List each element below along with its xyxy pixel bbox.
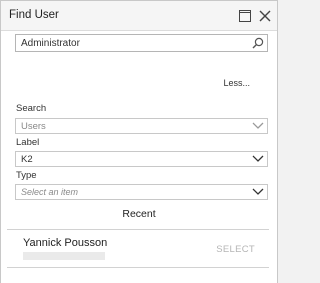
recent-user-name: Yannick Pousson: [23, 237, 108, 249]
search-filter-select[interactable]: Users: [15, 118, 268, 134]
maximize-icon[interactable]: [239, 10, 251, 22]
type-filter-placeholder: Select an item: [21, 187, 79, 197]
recent-user-item[interactable]: Yannick Pousson SELECT: [7, 230, 269, 266]
dialog-titlebar: Find User: [1, 1, 277, 31]
divider: [7, 267, 269, 268]
type-filter-label: Type: [16, 170, 37, 181]
type-filter-select[interactable]: Select an item: [15, 184, 268, 200]
recent-user-detail-redacted: [23, 252, 105, 260]
close-icon[interactable]: [259, 10, 271, 22]
less-options-link[interactable]: Less...: [223, 78, 250, 88]
find-user-dialog: Find User Less... Search Users Label K2: [0, 0, 278, 283]
chevron-down-icon: [252, 155, 264, 162]
chevron-down-icon: [252, 188, 264, 195]
search-icon[interactable]: [252, 37, 264, 49]
search-input[interactable]: [16, 35, 251, 51]
label-filter-select[interactable]: K2: [15, 151, 268, 167]
recent-heading: Recent: [122, 208, 156, 220]
chevron-down-icon: [252, 122, 264, 129]
dialog-title: Find User: [9, 9, 59, 21]
select-user-button[interactable]: SELECT: [216, 244, 255, 255]
label-filter-value: K2: [21, 154, 33, 165]
search-filter-label: Search: [16, 103, 47, 114]
label-filter-label: Label: [16, 137, 40, 148]
window-controls: [239, 7, 271, 25]
search-filter-value: Users: [21, 121, 46, 132]
search-field: [15, 34, 268, 52]
